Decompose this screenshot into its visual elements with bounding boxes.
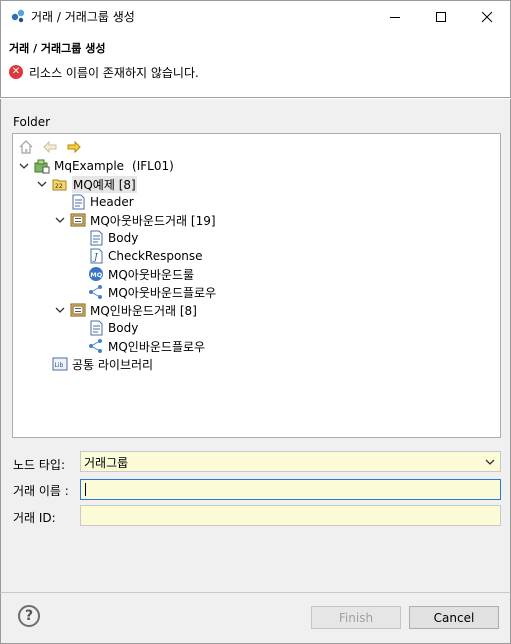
tree-label-root: MqExample <box>54 159 125 173</box>
transaction-name-input[interactable] <box>80 479 501 500</box>
help-button[interactable]: ? <box>18 605 40 627</box>
document-icon <box>70 194 86 210</box>
tree-label-library: 공통 라이브러리 <box>72 357 154 372</box>
tree-row-group[interactable]: 22 MQ예제 [8] <box>36 175 137 193</box>
tree-label-group: MQ예제 [8] <box>72 175 137 193</box>
tree-label-out-body: Body <box>108 231 139 245</box>
document-icon <box>88 320 104 336</box>
error-icon: ✕ <box>9 65 23 79</box>
transaction-id-input[interactable] <box>80 505 501 526</box>
forward-arrow-icon[interactable] <box>65 138 83 156</box>
finish-button[interactable]: Finish <box>311 606 401 629</box>
tree-label-inbound: MQ인바운드거래 [8] <box>90 303 197 318</box>
java-file-icon: J <box>88 248 104 264</box>
transaction-icon <box>70 212 86 228</box>
tree-label-root-suffix: (IFL01) <box>132 159 174 173</box>
library-icon: Lib <box>52 356 68 372</box>
folder-label: Folder <box>13 115 51 129</box>
project-icon <box>34 158 50 174</box>
tree-row-outbound[interactable]: MQ아웃바운드거래 [19] <box>54 211 216 229</box>
svg-text:Lib: Lib <box>55 362 64 369</box>
tree-toolbar <box>17 137 83 157</box>
wizard-header: 거래 / 거래그룹 생성 ✕ 리소스 이름이 존재하지 않습니다. <box>0 31 511 98</box>
svg-text:MQ: MQ <box>90 271 102 279</box>
tree-label-out-rule: MQ아웃바운드룰 <box>108 267 195 282</box>
node-type-select[interactable]: 거래그룹 <box>80 451 501 472</box>
name-label: 거래 이름 : <box>13 484 69 498</box>
chevron-down-icon[interactable] <box>483 455 497 469</box>
expand-chevron-icon[interactable] <box>36 175 48 193</box>
expand-chevron-icon[interactable] <box>18 157 30 175</box>
minimize-button[interactable] <box>372 1 418 32</box>
tree-label-in-flow: MQ인바운드플로우 <box>108 339 206 354</box>
tree-row-in-flow[interactable]: MQ인바운드플로우 <box>88 337 205 355</box>
window-title: 거래 / 거래그룹 생성 <box>31 10 135 24</box>
node-type-value: 거래그룹 <box>84 456 129 470</box>
document-icon <box>88 230 104 246</box>
flow-icon <box>88 338 104 354</box>
window-titlebar: 거래 / 거래그룹 생성 <box>0 0 511 31</box>
tree-row-out-rule[interactable]: MQ MQ아웃바운드룰 <box>88 265 194 283</box>
tree-label-in-body: Body <box>108 321 139 335</box>
back-arrow-icon[interactable] <box>41 138 59 156</box>
wizard-body: Folder MqExample (IFL01) 22 MQ예제 [8] Hea… <box>0 99 511 592</box>
transaction-icon <box>70 302 86 318</box>
tree-label-header: Header <box>90 195 134 209</box>
wizard-footer: ? Finish Cancel <box>0 592 511 644</box>
expand-chevron-icon[interactable] <box>54 211 66 229</box>
tree-row-in-body[interactable]: Body <box>88 319 138 337</box>
tree-row-out-check[interactable]: J CheckResponse <box>88 247 203 265</box>
tree-row-header[interactable]: Header <box>70 193 134 211</box>
expand-chevron-icon[interactable] <box>54 301 66 319</box>
tree-label-outbound: MQ아웃바운드거래 [19] <box>90 213 216 228</box>
maximize-button[interactable] <box>418 1 464 32</box>
flow-icon <box>88 284 104 300</box>
app-icon <box>10 8 26 24</box>
tree-label-out-check: CheckResponse <box>108 249 203 263</box>
mq-rule-icon: MQ <box>88 266 104 282</box>
home-icon[interactable] <box>17 138 35 156</box>
tree-row-out-flow[interactable]: MQ아웃바운드플로우 <box>88 283 216 301</box>
tree-label-out-flow: MQ아웃바운드플로우 <box>108 285 217 300</box>
tree-row-out-body[interactable]: Body <box>88 229 138 247</box>
node-type-label: 노드 타입: <box>13 458 66 472</box>
close-button[interactable] <box>464 1 510 32</box>
id-label: 거래 ID: <box>13 511 56 525</box>
folder-icon: 22 <box>52 176 68 192</box>
tree-row-inbound[interactable]: MQ인바운드거래 [8] <box>54 301 197 319</box>
folder-tree[interactable]: MqExample (IFL01) 22 MQ예제 [8] Header MQ아… <box>12 133 501 438</box>
tree-row-root[interactable]: MqExample (IFL01) <box>18 157 174 175</box>
tree-row-library[interactable]: Lib 공통 라이브러리 <box>52 355 153 373</box>
text-caret <box>85 483 86 496</box>
cancel-button[interactable]: Cancel <box>409 606 499 629</box>
wizard-title: 거래 / 거래그룹 생성 <box>9 42 106 55</box>
svg-text:22: 22 <box>55 183 63 190</box>
error-message: 리소스 이름이 존재하지 않습니다. <box>29 66 199 80</box>
